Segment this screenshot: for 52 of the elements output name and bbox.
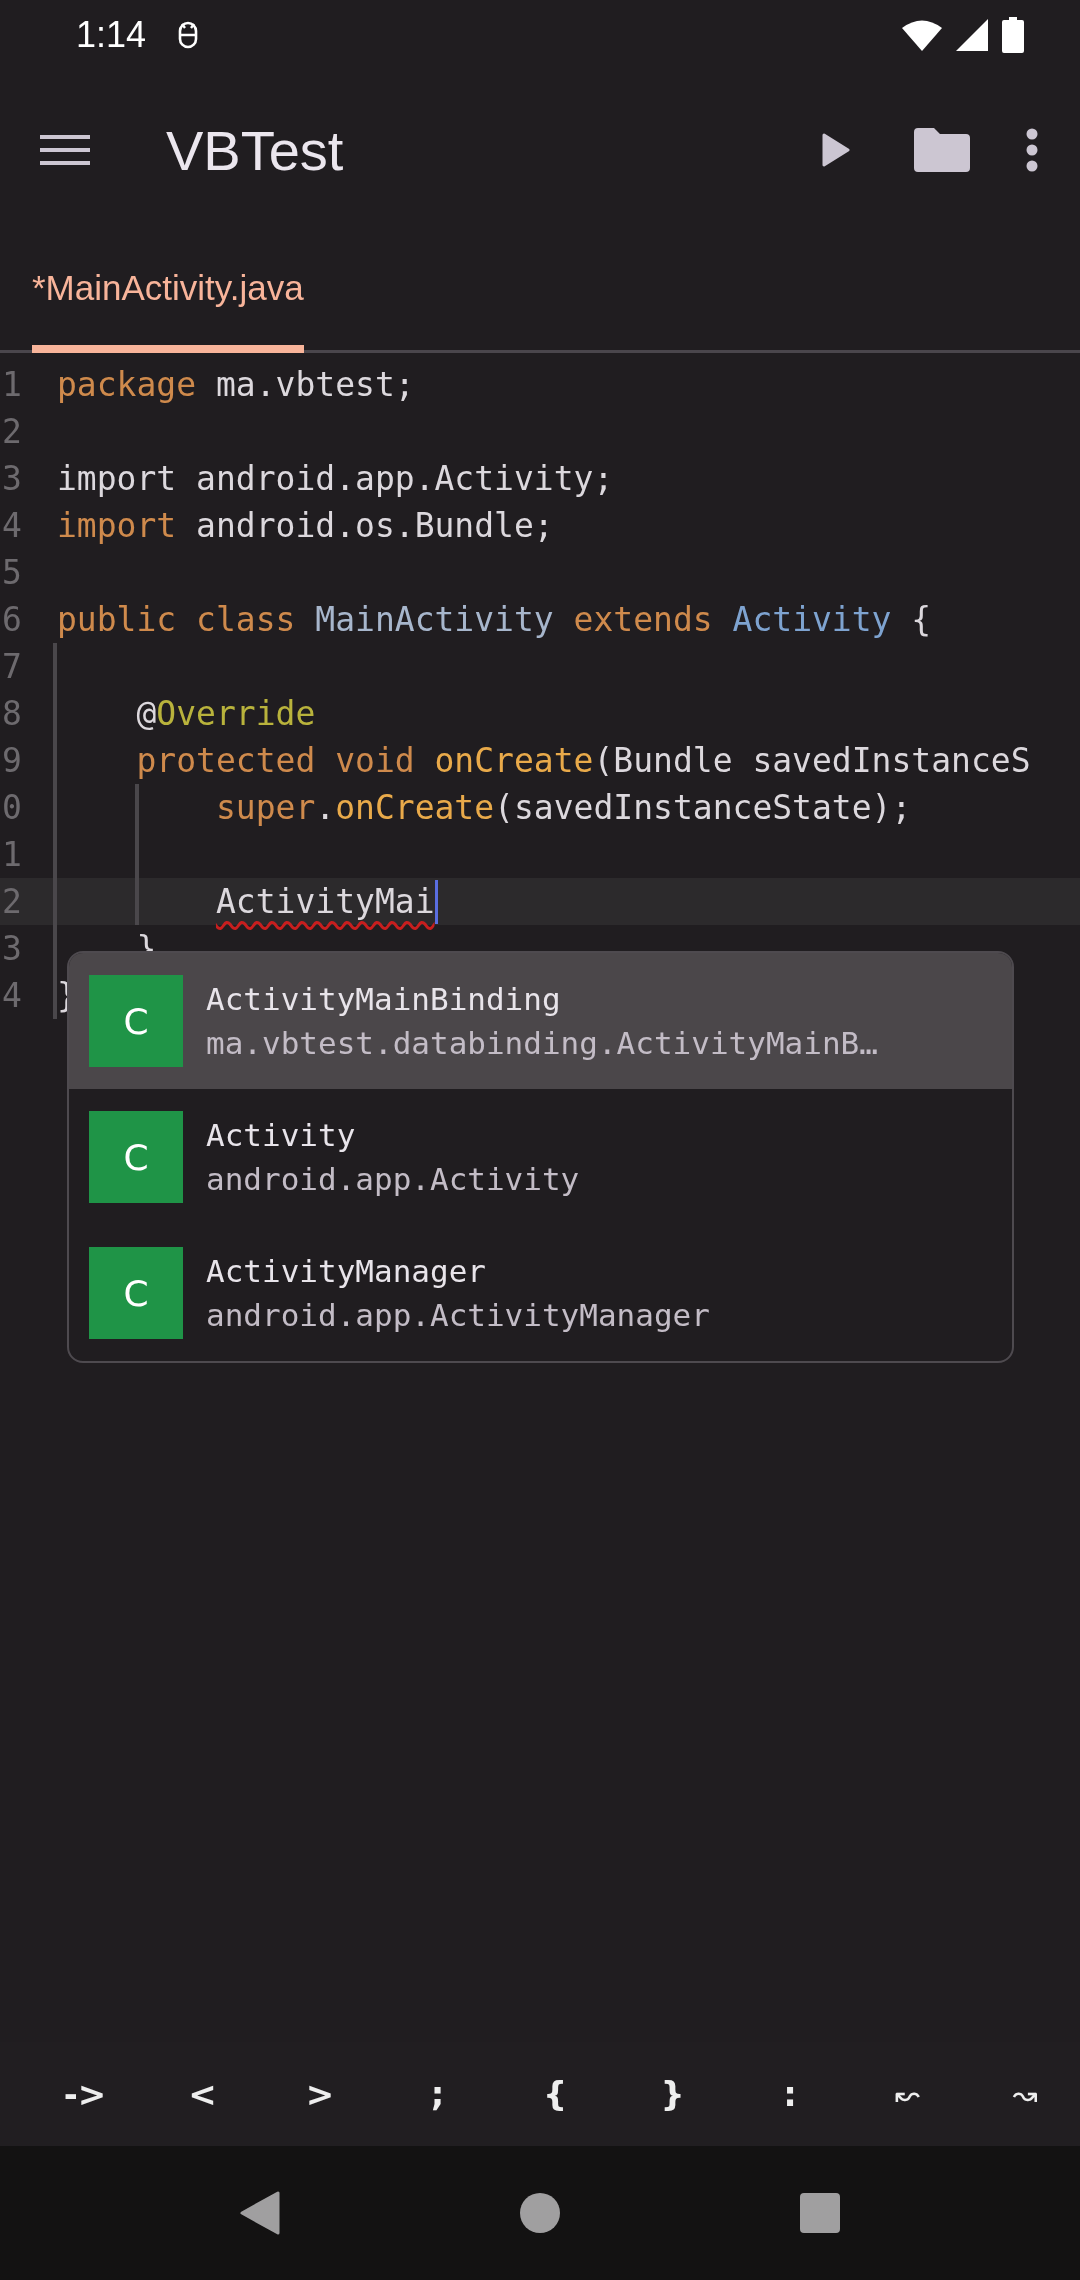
symbol-key[interactable]: : — [735, 2074, 845, 2114]
line-number: 9 — [1, 741, 23, 780]
app-title: VBTest — [166, 117, 344, 183]
class-badge: C — [89, 1111, 183, 1203]
line-number: 2 — [1, 882, 23, 921]
file-tab[interactable]: *MainActivity.java — [32, 230, 304, 353]
line-number: 3 — [1, 459, 23, 498]
completion-name: Activity — [206, 1117, 357, 1153]
completion-detail: android.app.Activity — [206, 1161, 580, 1197]
battery-icon — [1002, 17, 1024, 53]
symbol-key[interactable]: -> — [30, 2074, 140, 2114]
line-number: 4 — [1, 976, 23, 1015]
status-time: 1:14 — [76, 14, 147, 56]
symbol-key[interactable]: ↝ — [970, 2076, 1080, 2112]
symbol-key[interactable]: { — [500, 2074, 610, 2114]
line-number: 5 — [1, 553, 23, 592]
code-line: @Override — [135, 694, 316, 733]
completion-item[interactable]: C ActivityManager android.app.ActivityManager — [69, 1225, 1012, 1361]
completion-detail: ma.vbtest.databinding.ActivityMainB… — [206, 1025, 878, 1061]
class-badge: C — [89, 1247, 183, 1339]
completion-item[interactable]: C Activity android.app.Activity — [69, 1089, 1012, 1225]
code-line: ActivityMai — [214, 882, 435, 921]
symbol-key[interactable]: < — [147, 2074, 258, 2114]
completion-name: ActivityMainBinding — [206, 981, 562, 1017]
back-icon[interactable] — [240, 2191, 280, 2235]
code-line: public class MainActivity extends Activity { — [57, 600, 932, 639]
signal-icon — [956, 19, 988, 51]
code-line: import android.os.Bundle; — [57, 506, 554, 545]
class-badge: C — [89, 975, 183, 1067]
symbol-key[interactable]: } — [617, 2074, 728, 2114]
wifi-icon — [902, 19, 942, 51]
line-number: 7 — [1, 647, 23, 686]
line-number: 3 — [1, 929, 23, 968]
symbol-key[interactable]: > — [265, 2074, 375, 2114]
line-number: 2 — [1, 412, 23, 451]
home-icon[interactable] — [520, 2193, 560, 2233]
symbol-key[interactable]: ; — [382, 2074, 493, 2114]
line-number: 4 — [1, 506, 23, 545]
line-number: 6 — [1, 600, 23, 639]
code-line: package ma.vbtest; — [57, 365, 415, 404]
line-number: 8 — [1, 694, 23, 733]
completion-detail: android.app.ActivityManager — [206, 1297, 710, 1333]
code-line: import android.app.Activity; — [57, 459, 614, 498]
text-cursor — [434, 879, 438, 924]
line-number: 1 — [1, 365, 23, 404]
completion-name: ActivityManager — [206, 1253, 487, 1289]
symbol-key[interactable]: ↜ — [852, 2076, 963, 2112]
line-number: 0 — [1, 788, 23, 827]
code-line: super.onCreate(savedInstanceState); — [214, 788, 912, 827]
line-number: 1 — [1, 835, 23, 874]
code-line: protected void onCreate(Bundle savedInstanceS — [135, 741, 1031, 780]
completion-item[interactable]: C ActivityMainBinding ma.vbtest.databinding.ActivityMainB… — [69, 953, 1012, 1089]
